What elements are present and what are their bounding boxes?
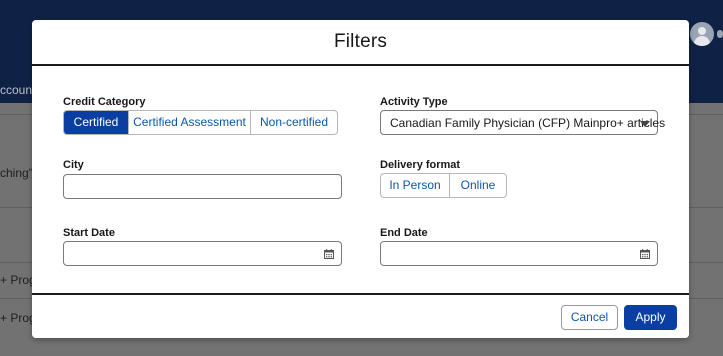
filters-modal: Filters Credit Category Certified Certif… <box>32 20 689 338</box>
delivery-format-in-person-button[interactable]: In Person <box>381 174 450 197</box>
delivery-format-online-button[interactable]: Online <box>450 174 506 197</box>
chevron-down-icon <box>640 121 650 127</box>
calendar-icon[interactable] <box>640 249 650 259</box>
user-avatar-icon <box>690 22 714 46</box>
delivery-format-label: Delivery format <box>380 159 461 171</box>
start-date-label: Start Date <box>63 227 115 239</box>
credit-category-certified-assessment-button[interactable]: Certified Assessment <box>129 111 251 134</box>
credit-category-segmented-control: Certified Certified Assessment Non-certi… <box>63 110 338 135</box>
modal-title: Filters <box>333 31 388 52</box>
end-date-input[interactable] <box>380 241 658 266</box>
modal-header: Filters <box>32 20 689 66</box>
avatar-menu-fragment <box>717 30 723 38</box>
start-date-input[interactable] <box>63 241 342 266</box>
end-date-label: End Date <box>380 227 428 239</box>
city-input[interactable] <box>63 174 342 199</box>
credit-category-label: Credit Category <box>63 96 146 108</box>
credit-category-certified-button[interactable]: Certified <box>64 111 129 134</box>
activity-type-select[interactable]: Canadian Family Physician (CFP) Mainpro+… <box>380 110 665 135</box>
delivery-format-segmented-control: In Person Online <box>380 173 507 198</box>
cancel-button[interactable]: Cancel <box>561 305 618 330</box>
calendar-icon[interactable] <box>324 249 334 259</box>
activity-type-label: Activity Type <box>380 96 448 108</box>
apply-button[interactable]: Apply <box>624 305 677 330</box>
city-label: City <box>63 159 84 171</box>
activity-type-value: Canadian Family Physician (CFP) Mainpro+… <box>390 116 666 130</box>
credit-category-non-certified-button[interactable]: Non-certified <box>251 111 337 134</box>
background-nav-fragment: ccount <box>0 83 36 97</box>
